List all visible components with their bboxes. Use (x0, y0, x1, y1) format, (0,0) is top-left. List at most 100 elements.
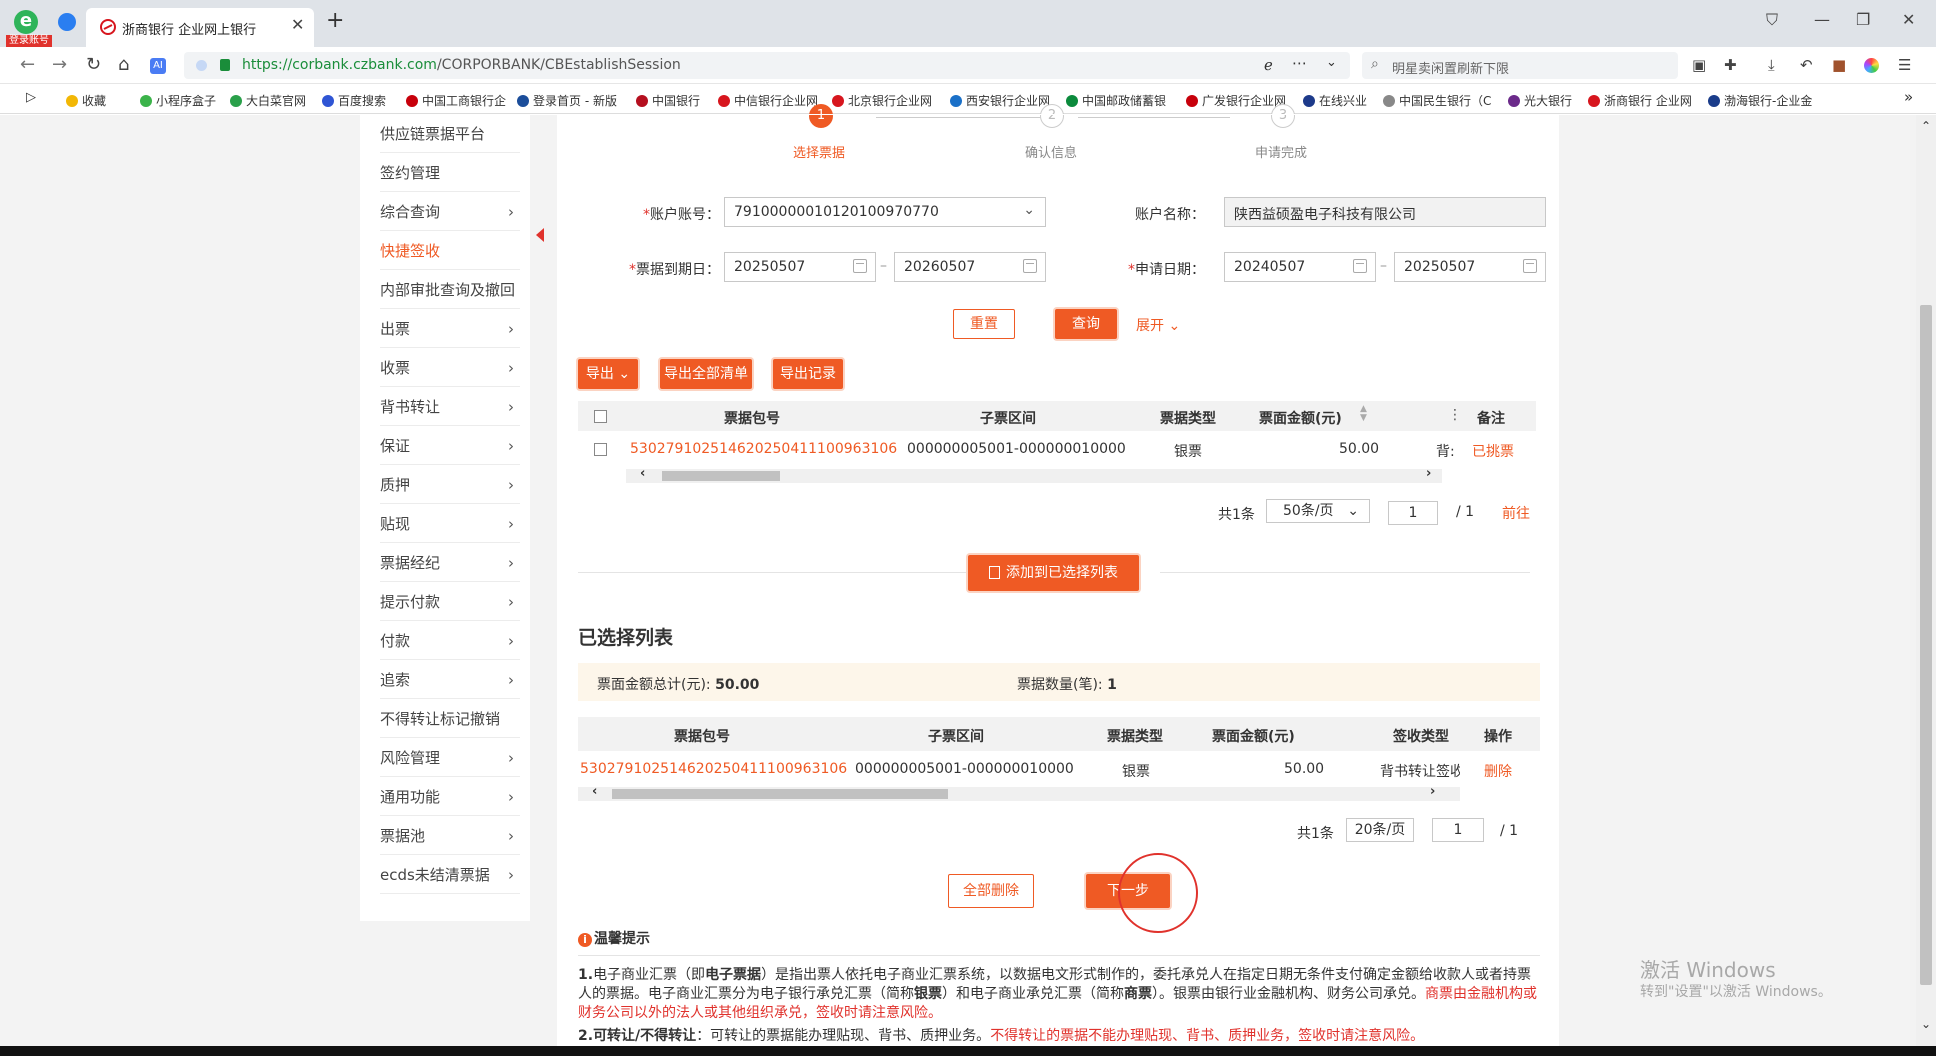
pager1-page-input[interactable]: 1 (1388, 501, 1438, 525)
sidebar-item[interactable]: 背书转让 › (380, 388, 520, 426)
pager2-size-select[interactable]: 20条/页 (1346, 818, 1414, 842)
row-checkbox[interactable] (594, 443, 607, 456)
due-date-to-input[interactable]: 20260507 (894, 252, 1046, 282)
sidebar-item[interactable]: 收票 › (380, 349, 520, 387)
bookmark-item[interactable]: 北京银行企业网 (832, 92, 932, 109)
bookmark-item[interactable]: 小程序盒子 (140, 92, 216, 109)
sidebar-item[interactable]: 付款 › (380, 622, 520, 660)
bookmark-item[interactable]: 大白菜官网 (230, 92, 306, 109)
export-record-button[interactable]: 导出记录 (773, 359, 843, 389)
due-date-from-input[interactable]: 20250507 (724, 252, 876, 282)
sidebar-toggle-icon[interactable]: ▷ (26, 90, 36, 105)
bookmark-item[interactable]: 浙商银行 企业网 (1588, 92, 1692, 109)
ie-mode-icon[interactable]: ℯ (1264, 56, 1273, 74)
export-button[interactable]: 导出 ⌄ (578, 359, 638, 389)
site-info-icon[interactable] (196, 60, 207, 71)
column-menu-icon[interactable]: ⋮ (1448, 407, 1462, 423)
scroll-down-icon[interactable]: ⌄ (1921, 1017, 1931, 1031)
sidebar-item[interactable]: 保证 › (380, 427, 520, 465)
download-icon[interactable]: ⤓ (1768, 56, 1775, 74)
sidebar-item[interactable]: 签约管理 (380, 154, 520, 192)
sidebar-item[interactable]: 提示付款 › (380, 583, 520, 621)
sidebar-item[interactable]: 快捷签收 (380, 232, 520, 270)
home-icon[interactable]: ⌂ (118, 56, 129, 74)
bookmark-item[interactable]: 渤海银行-企业金 (1708, 92, 1812, 109)
bookmark-item[interactable]: 中国民生银行（C (1383, 92, 1491, 109)
delete-all-button[interactable]: 全部删除 (948, 874, 1034, 908)
delete-link[interactable]: 删除 (1484, 761, 1512, 781)
bookmark-item[interactable]: 中信银行企业网 (718, 92, 818, 109)
reload-icon[interactable]: ↻ (86, 56, 101, 74)
briefcase-icon[interactable]: ■ (1832, 56, 1846, 74)
sidebar-item[interactable]: ecds未结清票据 › (380, 856, 520, 894)
scroll-left-icon[interactable]: ‹ (640, 466, 645, 481)
pager2-page-input[interactable]: 1 (1432, 818, 1484, 842)
sidebar-item[interactable]: 质押 › (380, 466, 520, 504)
bill-no-link[interactable]: 530279102514620250411100963106 (580, 761, 847, 777)
tab-czbank[interactable]: 浙商银行 企业网上银行 ✕ (86, 8, 314, 47)
reset-button[interactable]: 重置 (953, 309, 1015, 339)
sidebar-item[interactable]: 贴现 › (380, 505, 520, 543)
scroll-left-icon[interactable]: ‹ (592, 784, 597, 799)
back-icon[interactable]: ← (20, 56, 35, 74)
color-wheel-icon[interactable] (1864, 58, 1879, 73)
scroll-right-icon[interactable]: › (1430, 784, 1435, 799)
undo-icon[interactable]: ↶ (1800, 56, 1813, 74)
sidebar-item[interactable]: 风险管理 › (380, 739, 520, 777)
pager1-size-select[interactable]: 50条/页 ⌄ (1266, 499, 1370, 523)
more-bookmarks-icon[interactable]: » (1904, 88, 1913, 106)
address-bar[interactable]: https://corbank.czbank.com/CORPORBANK/CB… (184, 52, 1350, 79)
table2-horizontal-scrollbar[interactable]: ‹ › (578, 784, 1460, 801)
sidebar-item[interactable]: 内部审批查询及撤回 (380, 271, 520, 309)
sidebar-item[interactable]: 综合查询 › (380, 193, 520, 231)
browser-logo-icon[interactable]: e (14, 10, 38, 34)
account-no-select[interactable]: 79100000010120100970770 ⌄ (724, 197, 1046, 227)
sidebar-item[interactable]: 不得转让标记撤销 (380, 700, 520, 738)
close-window-icon[interactable]: ✕ (1902, 10, 1915, 29)
expand-link[interactable]: 展开 ⌄ (1136, 315, 1180, 335)
bookmark-item[interactable]: 在线兴业 (1303, 92, 1367, 109)
new-tab-button[interactable]: + (326, 10, 344, 32)
bookmark-item[interactable]: 广发银行企业网 (1186, 92, 1286, 109)
bookmark-item[interactable]: 中国工商银行企 (406, 92, 506, 109)
sidebar-item[interactable]: 票据经纪 › (380, 544, 520, 582)
scroll-up-icon[interactable]: ⌃ (1921, 119, 1931, 133)
bookmark-item[interactable]: 登录首页 - 新版 (517, 92, 617, 109)
send-icon[interactable] (58, 13, 76, 31)
login-badge[interactable]: 登录账号 (6, 35, 52, 47)
forward-icon[interactable]: → (52, 56, 67, 74)
select-all-checkbox[interactable] (594, 410, 607, 423)
screenshot-icon[interactable]: ▣ (1692, 56, 1706, 74)
more-icon[interactable]: ⋯ (1292, 54, 1307, 72)
pager1-go-link[interactable]: 前往 (1502, 503, 1530, 523)
bookmark-item[interactable]: 百度搜索 (322, 92, 386, 109)
table1-horizontal-scrollbar[interactable]: ‹ › (626, 466, 1442, 483)
scroll-thumb[interactable] (662, 471, 780, 481)
apply-date-to-input[interactable]: 20250507 (1394, 252, 1546, 282)
export-all-button[interactable]: 导出全部清单 (660, 359, 752, 389)
sidebar-item[interactable]: 追索 › (380, 661, 520, 699)
sidebar-item[interactable]: 通用功能 › (380, 778, 520, 816)
scroll-thumb[interactable] (612, 789, 948, 799)
close-tab-icon[interactable]: ✕ (291, 15, 304, 34)
sidebar-item[interactable]: 供应链票据平台 (380, 115, 520, 153)
bookmark-item[interactable]: 西安银行企业网 (950, 92, 1050, 109)
add-to-selected-button[interactable]: 添加到已选择列表 (968, 555, 1139, 591)
search-input[interactable]: ⌕ 明星卖闲置刷新下限 (1362, 52, 1678, 79)
scroll-right-icon[interactable]: › (1426, 466, 1431, 481)
query-button[interactable]: 查询 (1055, 309, 1117, 339)
bookmark-item[interactable]: 光大银行 (1508, 92, 1572, 109)
bookmark-item[interactable]: 中国银行 (636, 92, 700, 109)
chevron-down-icon[interactable]: ⌄ (1326, 55, 1337, 70)
extensions-icon[interactable]: ✚ (1724, 56, 1737, 74)
bill-no-link[interactable]: 530279102514620250411100963106 (630, 441, 897, 457)
scroll-thumb[interactable] (1920, 305, 1932, 985)
sort-icon[interactable]: ▲ ▼ (1360, 405, 1367, 423)
sidebar-item[interactable]: 出票 › (380, 310, 520, 348)
bookmark-item[interactable]: 中国邮政储蓄银 (1066, 92, 1166, 109)
sidebar-item[interactable]: 票据池 › (380, 817, 520, 855)
menu-icon[interactable]: ☰ (1898, 56, 1911, 74)
pin-icon[interactable]: ⛉ (1766, 10, 1778, 30)
minimize-icon[interactable]: — (1814, 10, 1830, 29)
page-vertical-scrollbar[interactable]: ⌃ ⌄ (1916, 115, 1936, 1056)
